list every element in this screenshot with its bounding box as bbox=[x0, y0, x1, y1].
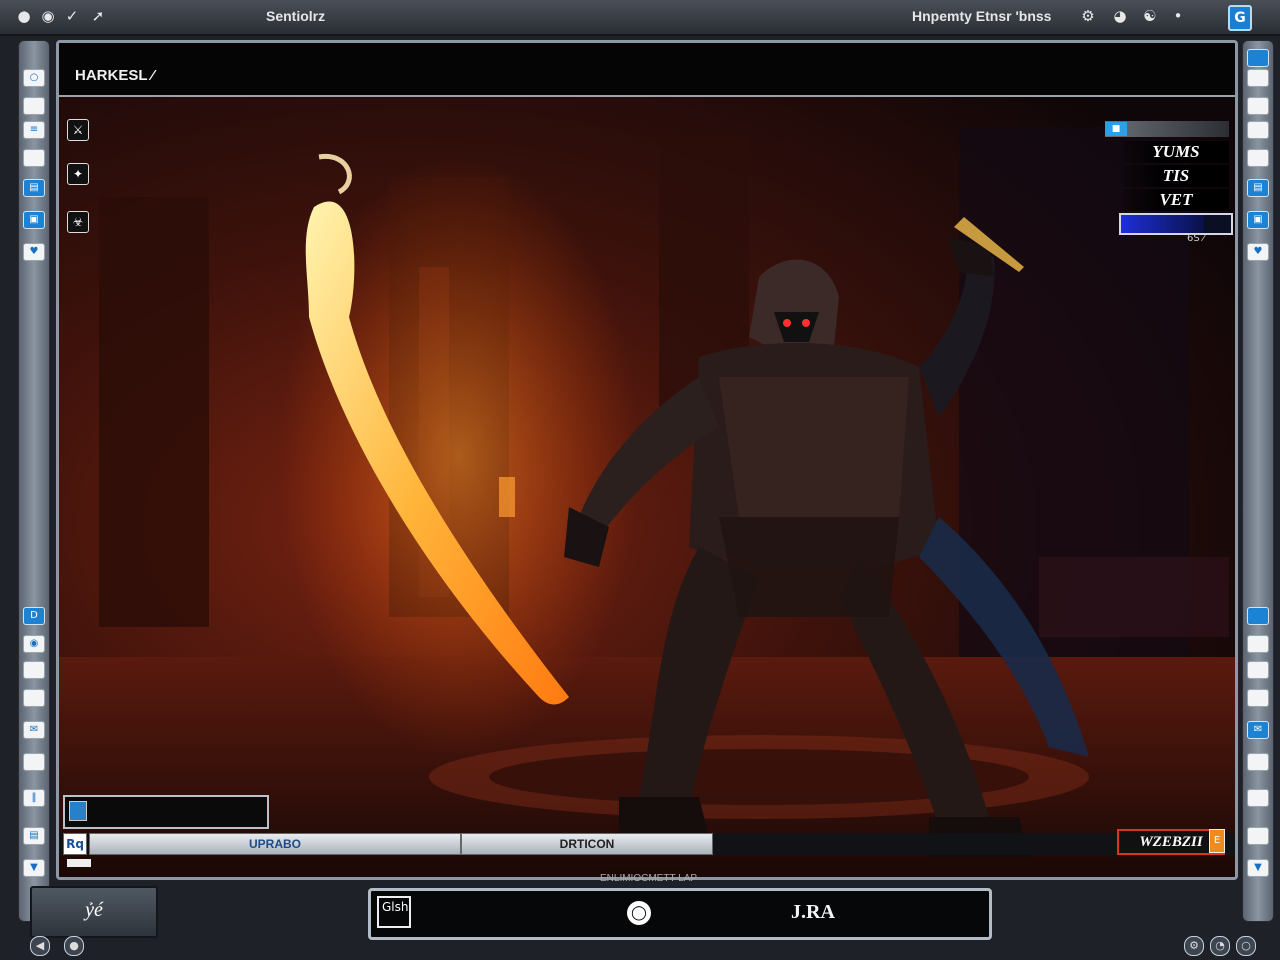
stats-header: ■ bbox=[1105, 121, 1229, 137]
sidebar-bars-icon[interactable]: ‖ bbox=[23, 789, 45, 807]
game-viewport[interactable]: HARKESL ⁄ ⚔ ✦ ☣ ■ YUMS TIS VET 6S ⁄ Rq U… bbox=[56, 40, 1238, 880]
sidebar-info-icon[interactable]: D bbox=[23, 607, 45, 625]
sidebar-r-page-icon[interactable] bbox=[1247, 661, 1269, 679]
dock-left-button[interactable]: ỷé bbox=[30, 886, 158, 938]
score-tab[interactable]: E bbox=[1209, 829, 1225, 853]
help-icon[interactable]: ☯ bbox=[1140, 6, 1160, 26]
upgrade-button[interactable]: UPRABO bbox=[89, 833, 461, 855]
sidebar-r-mail-icon[interactable]: ✉ bbox=[1247, 721, 1269, 739]
sidebar-map-icon[interactable]: ▣ bbox=[23, 211, 45, 229]
stats-badge-icon[interactable]: ■ bbox=[1105, 122, 1127, 136]
sidebar-top-icon[interactable] bbox=[1247, 49, 1269, 67]
sidebar-page-icon[interactable] bbox=[23, 753, 45, 771]
corner-back-icon[interactable]: ◀ bbox=[30, 936, 50, 956]
sidebar-mail-icon[interactable]: ✉ bbox=[23, 721, 45, 739]
minimize-icon[interactable]: • bbox=[1168, 6, 1188, 26]
sidebar-r-note-icon[interactable] bbox=[1247, 635, 1269, 653]
settings-icon[interactable]: ⚙ bbox=[1078, 6, 1098, 26]
sidebar-eye-icon[interactable]: ◉ bbox=[23, 635, 45, 653]
sidebar-r-list-icon[interactable] bbox=[1247, 121, 1269, 139]
dock-map-icon[interactable]: Glsh bbox=[377, 896, 411, 928]
sidebar-list-icon[interactable]: ≡ bbox=[23, 121, 45, 139]
sidebar-r-doc-icon[interactable] bbox=[1247, 149, 1269, 167]
cursor-icon[interactable]: ➚ bbox=[88, 6, 108, 26]
info-icon[interactable]: ◕ bbox=[1110, 6, 1130, 26]
corner-record-icon[interactable]: ● bbox=[64, 936, 84, 956]
scene-art bbox=[59, 97, 1235, 877]
stat-row-1: YUMS bbox=[1123, 141, 1229, 163]
status-text: Hnpemty Etnsr 'bnss bbox=[912, 8, 1052, 24]
bottom-strip: Rq UPRABO DRTICON bbox=[59, 833, 1235, 855]
letter-g-button[interactable]: G bbox=[1228, 5, 1252, 31]
dock-ring-icon[interactable]: ◯ bbox=[627, 901, 651, 925]
menu-icon[interactable]: ● bbox=[14, 6, 34, 26]
action-potion-icon[interactable]: ☣ bbox=[67, 211, 89, 233]
scroll-indicator[interactable] bbox=[67, 859, 91, 867]
ability-box[interactable] bbox=[63, 795, 269, 829]
ability-icon[interactable] bbox=[69, 801, 87, 821]
top-bar: ● ◉ ✓ ➚ Sentiolrz Hnpemty Etnsr 'bnss ⚙ … bbox=[0, 0, 1280, 36]
sidebar-r-panel-icon[interactable] bbox=[1247, 69, 1269, 87]
stats-panel: ■ YUMS TIS VET 6S ⁄ bbox=[1099, 121, 1233, 244]
sidebar-doc-icon[interactable] bbox=[23, 689, 45, 707]
strip-small-button[interactable]: Rq bbox=[63, 833, 87, 855]
action-skill-icon[interactable]: ✦ bbox=[67, 163, 89, 185]
viewport-title: HARKESL ⁄ bbox=[75, 67, 154, 84]
right-sidebar: ▤ ▣ ♥ ✉ ▼ bbox=[1242, 40, 1274, 922]
game-scene[interactable] bbox=[59, 97, 1235, 877]
action-sword-icon[interactable]: ⚔ bbox=[67, 119, 89, 141]
sidebar-chart-icon[interactable]: ▤ bbox=[23, 827, 45, 845]
sidebar-heart-icon[interactable]: ♥ bbox=[23, 243, 45, 261]
viewport-header: HARKESL ⁄ bbox=[59, 43, 1235, 97]
corner-chat-icon[interactable]: ○ bbox=[1236, 936, 1256, 956]
stat-progress-fill bbox=[1121, 215, 1204, 233]
sidebar-r-map-icon[interactable]: ▣ bbox=[1247, 211, 1269, 229]
check-icon[interactable]: ✓ bbox=[62, 6, 82, 26]
sidebar-r-sheet-icon[interactable] bbox=[1247, 689, 1269, 707]
sidebar-note-icon[interactable] bbox=[23, 661, 45, 679]
sidebar-r-chart-icon[interactable] bbox=[1247, 827, 1269, 845]
corner-settings-icon[interactable]: ⚙ bbox=[1184, 936, 1204, 956]
sidebar-r-stats-icon[interactable]: ▤ bbox=[1247, 179, 1269, 197]
record-icon[interactable]: ◉ bbox=[38, 6, 58, 26]
corner-globe-icon[interactable]: ◔ bbox=[1210, 936, 1230, 956]
stat-row-3: VET bbox=[1123, 189, 1229, 211]
left-sidebar: ○ ≡ ▤ ▣ ♥ D ◉ ✉ ‖ ▤ ▼ bbox=[18, 40, 50, 922]
stat-tag: 6S ⁄ bbox=[1187, 233, 1205, 244]
sidebar-down-icon[interactable]: ▼ bbox=[23, 859, 45, 877]
sidebar-r-window-icon[interactable] bbox=[1247, 97, 1269, 115]
sidebar-r-down-icon[interactable]: ▼ bbox=[1247, 859, 1269, 877]
window-title: Sentiolrz bbox=[266, 8, 326, 24]
sidebar-r-heart-icon[interactable]: ♥ bbox=[1247, 243, 1269, 261]
dock-caption: ENLIMIOCMETT LAP bbox=[600, 873, 698, 884]
sidebar-r-info-icon[interactable] bbox=[1247, 607, 1269, 625]
dock-label: J.RA bbox=[791, 901, 835, 923]
sidebar-r-bars-icon[interactable] bbox=[1247, 789, 1269, 807]
sidebar-panel-icon[interactable] bbox=[23, 149, 45, 167]
sidebar-window-icon[interactable] bbox=[23, 97, 45, 115]
dock-center-panel: Glsh ◯ J.RA bbox=[368, 888, 992, 940]
stat-progress-bar bbox=[1119, 213, 1233, 235]
stat-row-2: TIS bbox=[1123, 165, 1229, 187]
sidebar-stats-icon[interactable]: ▤ bbox=[23, 179, 45, 197]
sidebar-home-icon[interactable]: ○ bbox=[23, 69, 45, 87]
direction-button[interactable]: DRTICON bbox=[461, 833, 713, 855]
sidebar-r-file-icon[interactable] bbox=[1247, 753, 1269, 771]
